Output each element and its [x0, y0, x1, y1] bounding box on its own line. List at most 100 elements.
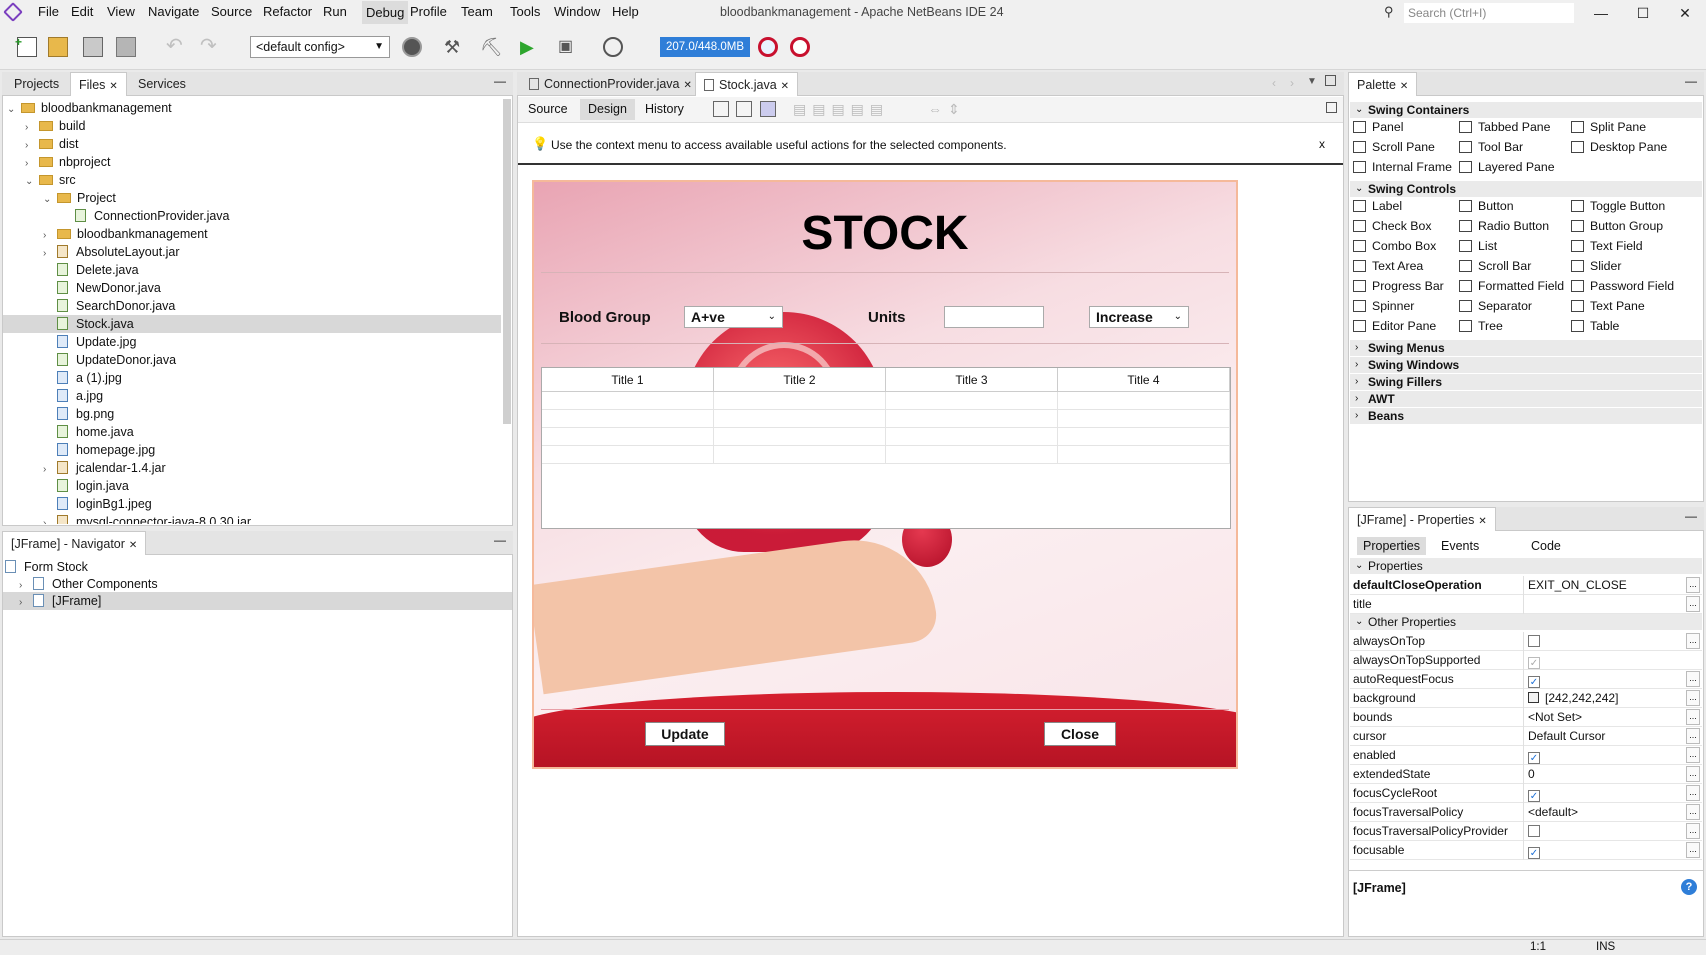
- palette-item[interactable]: Tool Bar: [1459, 140, 1523, 154]
- maximize-button[interactable]: ☐: [1622, 0, 1664, 26]
- close-icon[interactable]: ✕: [129, 540, 137, 551]
- palette-item[interactable]: Button Group: [1571, 219, 1663, 233]
- palette-item[interactable]: Formatted Field: [1459, 279, 1564, 293]
- stock-table[interactable]: Title 1 Title 2 Title 3 Title 4: [541, 367, 1231, 529]
- table-cell[interactable]: [886, 446, 1058, 464]
- checkbox[interactable]: [1528, 635, 1540, 647]
- property-value[interactable]: [242,242,242]: [1523, 689, 1699, 708]
- tree-item[interactable]: › AbsoluteLayout.jar: [3, 243, 501, 261]
- palette-item[interactable]: Label: [1353, 199, 1402, 213]
- palette-item[interactable]: Table: [1571, 319, 1619, 333]
- tree-item[interactable]: ⌄ bloodbankmanagement: [3, 99, 501, 117]
- chevron-right-icon[interactable]: ›: [1355, 374, 1358, 390]
- tab-palette[interactable]: Palette ✕: [1348, 72, 1418, 96]
- table-row[interactable]: [542, 392, 1230, 410]
- customize-button[interactable]: ...: [1686, 671, 1700, 687]
- property-row[interactable]: focusTraversalPolicy <default>⌄...: [1350, 803, 1702, 822]
- tree-item[interactable]: › jcalendar-1.4.jar: [3, 459, 501, 477]
- new-file-icon[interactable]: +: [15, 35, 37, 57]
- close-window-button[interactable]: ✕: [1664, 0, 1706, 26]
- file-tree-scrollbar[interactable]: [503, 99, 511, 424]
- table-row[interactable]: [542, 446, 1230, 464]
- table-cell[interactable]: [714, 428, 886, 446]
- expand-icon[interactable]: [1326, 102, 1337, 113]
- table-cell[interactable]: [1058, 428, 1230, 446]
- menu-view[interactable]: View: [107, 4, 135, 19]
- palette-item[interactable]: Text Pane: [1571, 299, 1645, 313]
- menu-navigate[interactable]: Navigate: [148, 4, 199, 19]
- palette-item[interactable]: Text Field: [1571, 239, 1643, 253]
- palette-category[interactable]: › AWT: [1350, 391, 1702, 407]
- property-section[interactable]: ⌄ Other Properties: [1350, 614, 1702, 630]
- customize-button[interactable]: ...: [1686, 633, 1700, 649]
- chevron-right-icon[interactable]: ›: [1355, 391, 1358, 407]
- subtab-events[interactable]: Events: [1441, 539, 1479, 553]
- checkbox[interactable]: [1528, 752, 1540, 764]
- chevron-down-icon[interactable]: ⌄: [1355, 181, 1363, 197]
- tab-projects[interactable]: Projects: [6, 72, 67, 96]
- table-cell[interactable]: [714, 392, 886, 410]
- undo-icon[interactable]: ↶: [166, 36, 186, 57]
- hint-close-button[interactable]: x: [1319, 137, 1325, 151]
- palette-item[interactable]: Radio Button: [1459, 219, 1549, 233]
- property-value[interactable]: [1523, 841, 1699, 860]
- property-row[interactable]: extendedState 0...: [1350, 765, 1702, 784]
- customize-button[interactable]: ...: [1686, 747, 1700, 763]
- palette-item[interactable]: Split Pane: [1571, 120, 1646, 134]
- minimize-button[interactable]: —: [1580, 0, 1622, 26]
- menu-team[interactable]: Team: [461, 4, 493, 19]
- close-icon[interactable]: ✕: [781, 81, 789, 92]
- table-cell[interactable]: [886, 428, 1058, 446]
- table-header-cell[interactable]: Title 3: [886, 368, 1058, 392]
- new-project-icon[interactable]: [48, 37, 68, 57]
- customize-button[interactable]: ...: [1686, 842, 1700, 858]
- tree-item[interactable]: homepage.jpg: [3, 441, 501, 459]
- menu-debug[interactable]: Debug: [362, 1, 409, 24]
- run-icon[interactable]: ▶: [520, 37, 540, 57]
- profile-icon[interactable]: [603, 37, 623, 57]
- property-value[interactable]: <default>⌄: [1523, 803, 1699, 822]
- open-project-icon[interactable]: [83, 37, 103, 57]
- property-value[interactable]: [1523, 651, 1699, 670]
- customize-button[interactable]: ...: [1686, 785, 1700, 801]
- property-row[interactable]: focusTraversalPolicyProvider...: [1350, 822, 1702, 841]
- customize-button[interactable]: ...: [1686, 728, 1700, 744]
- palette-item[interactable]: Toggle Button: [1571, 199, 1665, 213]
- checkbox[interactable]: [1528, 847, 1540, 859]
- tree-item[interactable]: loginBg1.jpeg: [3, 495, 501, 513]
- navigator-item[interactable]: › [JFrame]: [3, 592, 512, 610]
- checkbox[interactable]: [1528, 657, 1540, 669]
- menu-window[interactable]: Window: [554, 4, 600, 19]
- property-value[interactable]: 0: [1523, 765, 1699, 784]
- tree-item[interactable]: › nbproject: [3, 153, 501, 171]
- globe-icon[interactable]: [402, 37, 422, 57]
- close-icon[interactable]: ✕: [109, 81, 117, 92]
- customize-button[interactable]: ...: [1686, 766, 1700, 782]
- subtab-source[interactable]: Source: [528, 102, 568, 116]
- palette-category[interactable]: › Swing Fillers: [1350, 374, 1702, 390]
- palette-item[interactable]: Spinner: [1353, 299, 1414, 313]
- chevron-right-icon[interactable]: ›: [43, 515, 53, 524]
- property-value[interactable]: EXIT_ON_CLOSE⌄: [1523, 576, 1699, 595]
- tree-item[interactable]: NewDonor.java: [3, 279, 501, 297]
- menu-file[interactable]: File: [38, 4, 59, 19]
- action-select[interactable]: Increase ⌄: [1089, 306, 1189, 328]
- minimize-panel-button[interactable]: —: [1685, 509, 1697, 523]
- help-icon[interactable]: ?: [1681, 879, 1697, 895]
- minimize-panel-button[interactable]: —: [494, 74, 506, 88]
- resize-icons[interactable]: ⇔⇕: [928, 101, 966, 118]
- tab-properties-window[interactable]: [JFrame] - Properties ✕: [1348, 507, 1496, 531]
- config-select[interactable]: <default config> ▼: [250, 36, 390, 58]
- property-row[interactable]: focusCycleRoot...: [1350, 784, 1702, 803]
- table-header-cell[interactable]: Title 2: [714, 368, 886, 392]
- tree-item[interactable]: › dist: [3, 135, 501, 153]
- maximize-editor-icon[interactable]: [1325, 75, 1336, 86]
- palette-item[interactable]: Progress Bar: [1353, 279, 1444, 293]
- connection-mode-icon[interactable]: [736, 101, 752, 117]
- chevron-right-icon[interactable]: ›: [1355, 357, 1358, 373]
- chevron-down-icon[interactable]: ⌄: [1355, 102, 1363, 118]
- property-value[interactable]: [1523, 746, 1699, 765]
- property-value[interactable]: [1523, 784, 1699, 803]
- menu-tools[interactable]: Tools: [510, 4, 540, 19]
- memory-indicator[interactable]: 207.0/448.0MB: [660, 37, 750, 57]
